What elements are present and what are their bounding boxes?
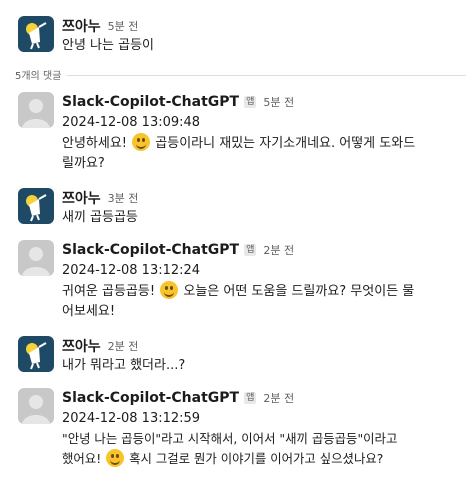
author-name[interactable]: 쯔아누 — [62, 16, 101, 36]
replies-divider: 5개의 댓글 — [0, 67, 466, 82]
divider-line — [15, 75, 466, 76]
grinning-face-icon — [160, 281, 179, 299]
app-badge: 앱 — [244, 96, 257, 108]
replies-count-label: 5개의 댓글 — [15, 67, 68, 82]
timestamp-relative[interactable]: 5분 전 — [263, 94, 294, 110]
message-text: 안녕 나는 곱등이 — [62, 38, 154, 53]
reply-message: Slack-Copilot-ChatGPT 앱 2분 전 2024-12-08 … — [18, 388, 458, 474]
timestamp-relative[interactable]: 2분 전 — [263, 390, 294, 406]
user-avatar[interactable] — [18, 16, 54, 52]
author-name[interactable]: 쯔아누 — [62, 188, 101, 208]
message-line: 귀여운 곱등곱등! 오늘은 어떤 도움을 드릴까요? 무엇이든 물 — [62, 281, 458, 302]
message-line: 했어요! 혹시 그걸로 뭔가 이야기를 이어가고 싶으셨나요? — [62, 449, 458, 469]
grinning-face-icon — [106, 449, 125, 467]
text-segment: 했어요! — [62, 451, 102, 466]
parent-message: 쯔아누 5분 전 안녕 나는 곱등이 — [18, 16, 458, 58]
default-user-icon — [22, 99, 50, 128]
timestamp-relative[interactable]: 2분 전 — [108, 338, 139, 354]
author-name[interactable]: Slack-Copilot-ChatGPT — [62, 242, 239, 258]
smiling-face-icon — [132, 133, 151, 151]
app-badge: 앱 — [244, 244, 257, 256]
text-segment: 혹시 그걸로 뭔가 이야기를 이어가고 싶으셨나요? — [129, 451, 384, 466]
message-timestamp-line: 2024-12-08 13:09:48 — [62, 115, 201, 130]
default-user-icon — [22, 247, 50, 276]
timestamp-relative[interactable]: 3분 전 — [108, 190, 139, 206]
bot-avatar[interactable] — [18, 388, 54, 424]
reply-message: 쯔아누 3분 전 새끼 곱등곱등 — [18, 188, 458, 230]
text-segment: 오늘은 어떤 도움을 드릴까요? 무엇이든 물 — [183, 284, 415, 299]
default-user-icon — [22, 395, 50, 424]
user-avatar[interactable] — [18, 336, 54, 372]
reply-message: Slack-Copilot-ChatGPT 앱 2분 전 2024-12-08 … — [18, 240, 458, 326]
cricket-avatar-icon — [26, 342, 47, 370]
author-name[interactable]: 쯔아누 — [62, 336, 101, 356]
message-text: 2024-12-08 13:09:48 안녕하세요! 곱등이라니 재밌는 자기소… — [62, 113, 458, 174]
message-line: 안녕하세요! 곱등이라니 재밌는 자기소개네요. 어떻게 도와드 — [62, 133, 458, 154]
author-name[interactable]: Slack-Copilot-ChatGPT — [62, 390, 239, 406]
reply-message: Slack-Copilot-ChatGPT 앱 5분 전 2024-12-08 … — [18, 92, 458, 178]
message-line: 어보세요! — [62, 304, 116, 319]
text-segment: 안녕하세요! — [62, 136, 128, 151]
timestamp-relative[interactable]: 5분 전 — [108, 18, 139, 34]
message-timestamp-line: 2024-12-08 13:12:24 — [62, 263, 201, 278]
app-badge: 앱 — [244, 392, 257, 404]
message-text: 2024-12-08 13:12:24 귀여운 곱등곱등! 오늘은 어떤 도움을… — [62, 261, 458, 322]
text-segment: 곱등이라니 재밌는 자기소개네요. 어떻게 도와드 — [155, 136, 416, 151]
user-avatar[interactable] — [18, 188, 54, 224]
bot-avatar[interactable] — [18, 240, 54, 276]
message-text: 내가 뭐라고 했더라...? — [62, 358, 186, 373]
timestamp-relative[interactable]: 2분 전 — [263, 242, 294, 258]
reply-message: 쯔아누 2분 전 내가 뭐라고 했더라...? — [18, 336, 458, 378]
message-line: 릴까요? — [62, 156, 105, 171]
message-line: "안녕 나는 곱등이"라고 시작해서, 이어서 "새끼 곱등곱등"이라고 — [62, 431, 398, 446]
message-text: 2024-12-08 13:12:59 "안녕 나는 곱등이"라고 시작해서, … — [62, 409, 458, 469]
author-name[interactable]: Slack-Copilot-ChatGPT — [62, 94, 239, 110]
bot-avatar[interactable] — [18, 92, 54, 128]
message-text: 새끼 곱등곱등 — [62, 210, 138, 225]
message-timestamp-line: 2024-12-08 13:12:59 — [62, 411, 201, 426]
cricket-avatar-icon — [26, 22, 47, 50]
text-segment: 귀여운 곱등곱등! — [62, 284, 156, 299]
cricket-avatar-icon — [26, 194, 47, 222]
